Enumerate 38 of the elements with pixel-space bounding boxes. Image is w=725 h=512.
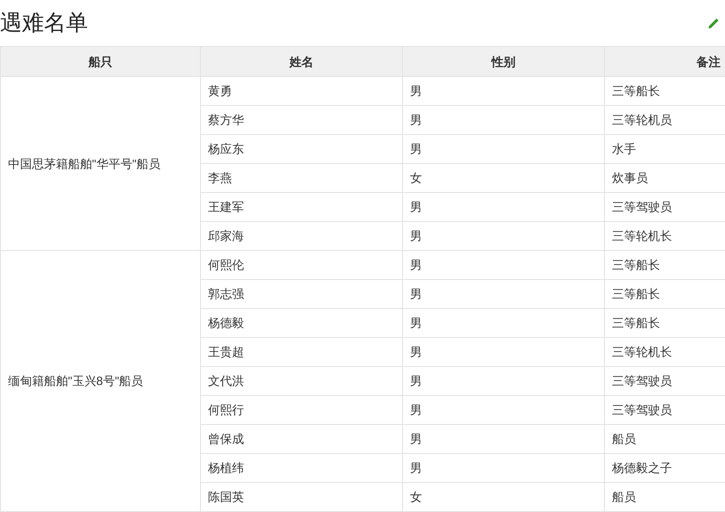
table-cell: 蔡方华 xyxy=(200,106,402,134)
table-cell: 男 xyxy=(402,250,604,280)
table-cell: 王贵超 xyxy=(200,338,402,366)
column-header: 姓名 xyxy=(200,46,402,76)
table-cell: 王建军 xyxy=(200,192,402,222)
column-header: 性别 xyxy=(402,46,604,76)
table-cell: 男 xyxy=(402,454,604,482)
table-cell: 女 xyxy=(402,482,604,512)
table-cell: 男 xyxy=(402,396,604,424)
table-cell: 缅甸籍船舶"玉兴8号"船员 xyxy=(0,250,200,512)
table-cell: 男 xyxy=(402,76,604,106)
table-cell: 男 xyxy=(402,308,604,338)
table-cell: 男 xyxy=(402,222,604,250)
pencil-icon[interactable] xyxy=(707,16,721,30)
table-cell: 男 xyxy=(402,134,604,164)
table-cell: 男 xyxy=(402,192,604,222)
table-cell: 男 xyxy=(402,106,604,134)
table-cell: 郭志强 xyxy=(200,280,402,308)
table-cell: 中国思茅籍船舶"华平号"船员 xyxy=(0,76,200,250)
table-cell: 李燕 xyxy=(200,164,402,192)
table-cell: 女 xyxy=(402,164,604,192)
table-cell: 男 xyxy=(402,366,604,396)
table-cell: 男 xyxy=(402,338,604,366)
table-cell: 邱家海 xyxy=(200,222,402,250)
page-title: 遇难名单 xyxy=(0,12,88,34)
table-cell: 杨应东 xyxy=(200,134,402,164)
table-cell: 何熙行 xyxy=(200,396,402,424)
column-header: 备注 xyxy=(604,46,725,76)
table-cell: 曾保成 xyxy=(200,424,402,454)
table-cell: 何熙伦 xyxy=(200,250,402,280)
column-header: 船只 xyxy=(0,46,200,76)
table-cell: 男 xyxy=(402,280,604,308)
table-cell: 黄勇 xyxy=(200,76,402,106)
table-cell: 陈国英 xyxy=(200,482,402,512)
table-cell: 杨德毅 xyxy=(200,308,402,338)
table-cell: 男 xyxy=(402,424,604,454)
table-cell: 杨植纬 xyxy=(200,454,402,482)
table-cell: 文代洪 xyxy=(200,366,402,396)
